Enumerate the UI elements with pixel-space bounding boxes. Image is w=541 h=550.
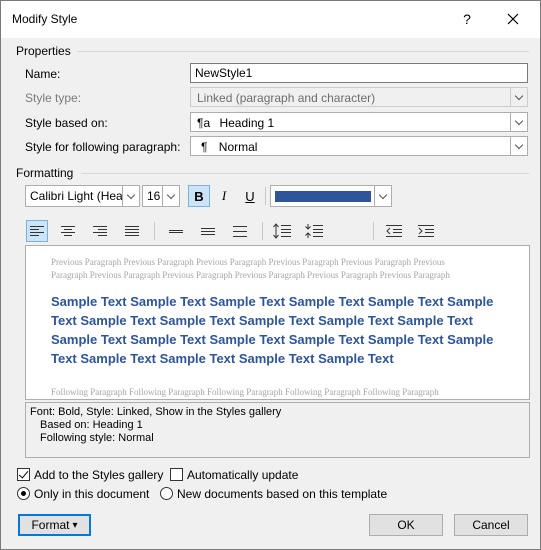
paragraph-spacing-decrease-icon [305, 224, 323, 238]
double-spacing-button[interactable] [229, 220, 251, 242]
add-to-gallery-label[interactable]: Add to the Styles gallery [34, 468, 163, 482]
radio-selected-dot [21, 491, 26, 496]
help-button[interactable]: ? [449, 4, 485, 34]
font-color-swatch [275, 191, 371, 202]
decrease-indent-icon [386, 225, 402, 237]
font-value: Calibri Light (Heac [30, 189, 122, 203]
title-bar: Modify Style ? [1, 1, 540, 38]
formatting-heading: Formatting [16, 166, 74, 180]
based-on-dropdown[interactable]: ¶a Heading 1 [190, 112, 528, 132]
paragraph-spacing-increase-icon [273, 223, 291, 239]
description-line: Font: Bold, Style: Linked, Show in the S… [30, 406, 282, 418]
italic-button[interactable]: I [213, 185, 235, 207]
close-icon [507, 13, 519, 25]
single-spacing-icon [169, 229, 183, 233]
format-button-label: Format [31, 518, 70, 532]
single-spacing-button[interactable] [165, 220, 187, 242]
chevron-down-icon[interactable] [510, 137, 527, 155]
dialog-title: Modify Style [12, 12, 78, 26]
toolbar-separator [154, 222, 155, 240]
formatting-divider [81, 173, 529, 174]
toolbar-separator [373, 222, 374, 240]
chevron-down-icon[interactable] [510, 113, 527, 131]
justify-icon [125, 225, 139, 236]
paragraph-style-icon: ¶ [201, 140, 208, 154]
style-description: Font: Bold, Style: Linked, Show in the S… [25, 402, 530, 458]
font-size-value: 16 [147, 189, 161, 203]
auto-update-checkbox[interactable] [170, 468, 183, 481]
align-right-button[interactable] [89, 220, 111, 242]
double-spacing-icon [233, 225, 247, 237]
align-center-icon [61, 225, 75, 236]
format-button[interactable]: Format ▾ [18, 514, 91, 536]
new-documents-radio[interactable] [160, 487, 173, 500]
checkmark-icon [18, 468, 29, 479]
bold-button[interactable]: B [188, 185, 210, 207]
style-type-label: Style type: [25, 91, 82, 105]
one-half-spacing-icon [201, 227, 215, 235]
auto-update-label[interactable]: Automatically update [187, 468, 298, 482]
description-line: Based on: Heading 1 [40, 419, 143, 431]
based-on-value: Heading 1 [219, 116, 275, 130]
ok-button[interactable]: OK [369, 514, 443, 536]
description-line: Following style: Normal [40, 432, 154, 444]
new-documents-label[interactable]: New documents based on this template [177, 487, 387, 501]
cancel-button[interactable]: Cancel [454, 514, 528, 536]
chevron-down-icon[interactable] [374, 186, 391, 206]
only-this-document-label[interactable]: Only in this document [34, 487, 149, 501]
decrease-paragraph-spacing-button[interactable] [303, 220, 325, 242]
justify-button[interactable] [121, 220, 143, 242]
following-style-dropdown[interactable]: ¶ Normal [190, 136, 528, 156]
modify-style-dialog: Modify Style ? Properties Name: NewStyle… [0, 0, 541, 550]
align-left-button[interactable] [26, 220, 48, 242]
font-size-dropdown[interactable]: 16 [142, 185, 180, 207]
sample-text: Sample Text Sample Text Sample Text Samp… [51, 294, 494, 366]
based-on-label: Style based on: [25, 116, 108, 130]
name-label: Name: [25, 67, 61, 81]
align-center-button[interactable] [57, 220, 79, 242]
following-style-value: Normal [218, 140, 258, 154]
style-type-value: Linked (paragraph and character) [197, 91, 376, 105]
only-this-document-radio[interactable] [17, 487, 30, 500]
increase-indent-icon [418, 225, 434, 237]
font-color-dropdown[interactable] [270, 185, 392, 207]
chevron-down-icon[interactable] [122, 186, 139, 206]
increase-paragraph-spacing-button[interactable] [271, 220, 293, 242]
name-field[interactable]: NewStyle1 [190, 63, 528, 83]
style-type-dropdown: Linked (paragraph and character) [190, 87, 528, 107]
align-left-icon [30, 225, 44, 236]
toolbar-separator [265, 187, 266, 205]
underline-button[interactable]: U [239, 185, 261, 207]
align-right-icon [93, 225, 107, 236]
following-paragraph-text: Following Paragraph Following Paragraph … [51, 387, 439, 397]
linked-style-icon: ¶a [197, 116, 211, 130]
previous-paragraph-text: Previous Paragraph Previous Paragraph Pr… [51, 257, 450, 280]
chevron-down-icon [510, 88, 527, 106]
close-button[interactable] [495, 4, 531, 34]
increase-indent-button[interactable] [415, 220, 437, 242]
add-to-gallery-checkbox[interactable] [17, 468, 30, 481]
font-dropdown[interactable]: Calibri Light (Heac [25, 185, 140, 207]
decrease-indent-button[interactable] [383, 220, 405, 242]
one-half-spacing-button[interactable] [197, 220, 219, 242]
properties-heading: Properties [16, 44, 71, 58]
dropdown-arrow-icon: ▾ [72, 519, 78, 531]
properties-divider [77, 51, 529, 52]
following-style-label: Style for following paragraph: [25, 140, 181, 154]
chevron-down-icon[interactable] [162, 186, 179, 206]
style-preview: Previous Paragraph Previous Paragraph Pr… [25, 245, 530, 400]
toolbar-separator [262, 222, 263, 240]
